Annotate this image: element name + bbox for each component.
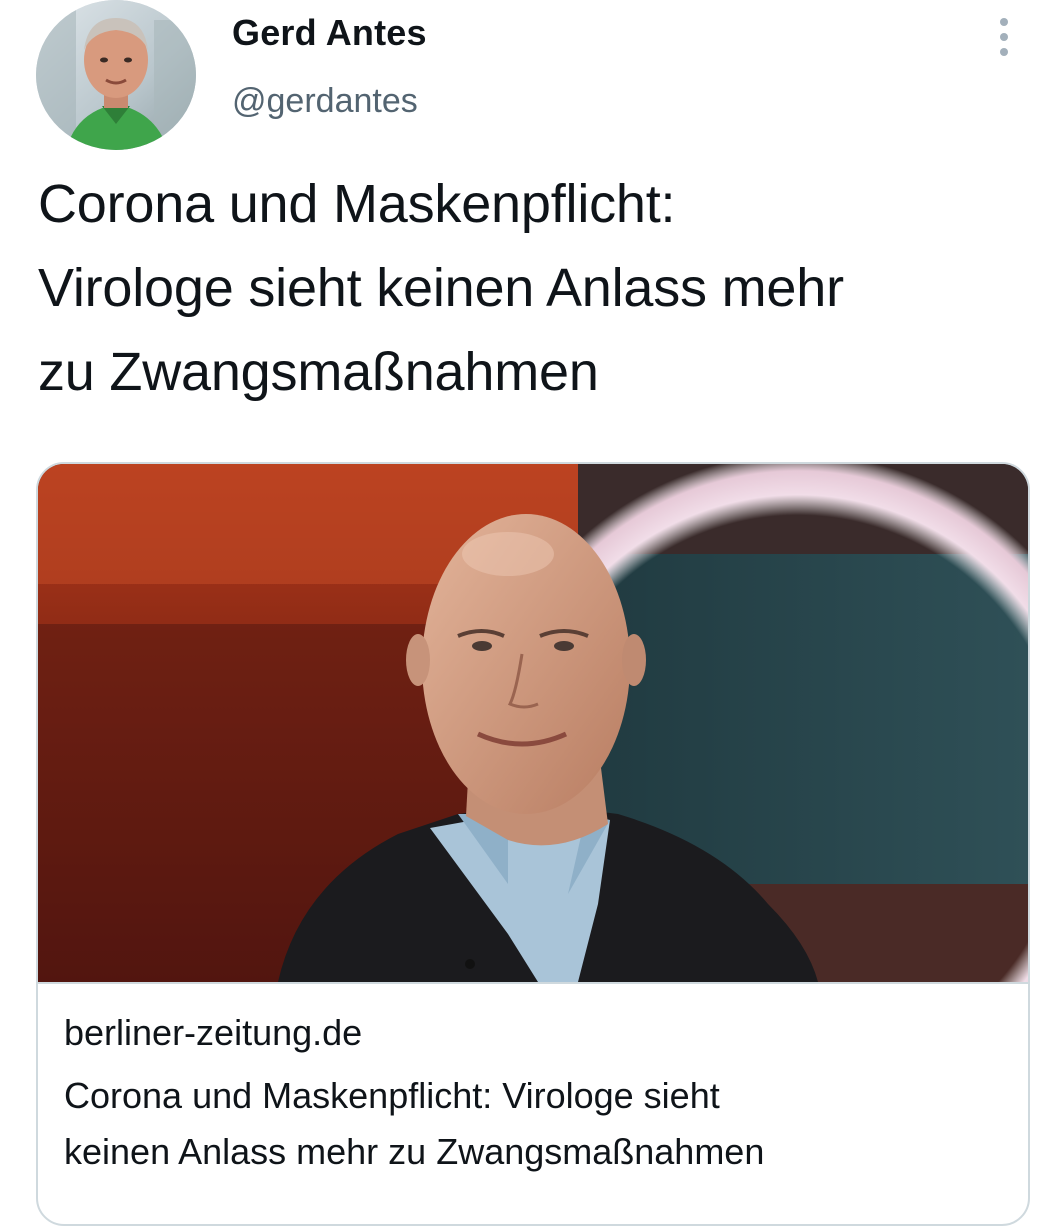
link-domain: berliner-zeitung.de: [64, 1012, 363, 1053]
link-preview-card[interactable]: berliner-zeitung.de Corona und Maskenpfl…: [36, 462, 1030, 1226]
tweet-text: Corona und Maskenpflicht: Virologe sieht…: [38, 162, 1038, 414]
more-options-button[interactable]: [980, 12, 1030, 62]
tweet-header: Gerd Antes @gerdantes: [0, 0, 1064, 160]
tweet-text-line: Virologe sieht keinen Anlass mehr: [38, 258, 844, 318]
avatar[interactable]: [36, 0, 196, 150]
more-vertical-icon-dot: [1000, 48, 1008, 56]
author-name[interactable]: Gerd Antes: [232, 12, 427, 54]
article-photo: [38, 464, 1028, 982]
card-divider: [38, 982, 1028, 984]
link-title: Corona und Maskenpflicht: Virologe sieht…: [64, 1068, 1004, 1180]
link-title-line: keinen Anlass mehr zu Zwangsmaßnahmen: [64, 1131, 765, 1172]
link-preview-image: [38, 464, 1028, 982]
author-handle[interactable]: @gerdantes: [232, 82, 418, 121]
tweet-text-line: zu Zwangsmaßnahmen: [38, 342, 599, 402]
more-vertical-icon-dot: [1000, 33, 1008, 41]
avatar-photo: [36, 0, 196, 150]
tweet-text-line: Corona und Maskenpflicht:: [38, 174, 676, 234]
link-title-line: Corona und Maskenpflicht: Virologe sieht: [64, 1075, 720, 1116]
more-vertical-icon: [1000, 18, 1008, 26]
